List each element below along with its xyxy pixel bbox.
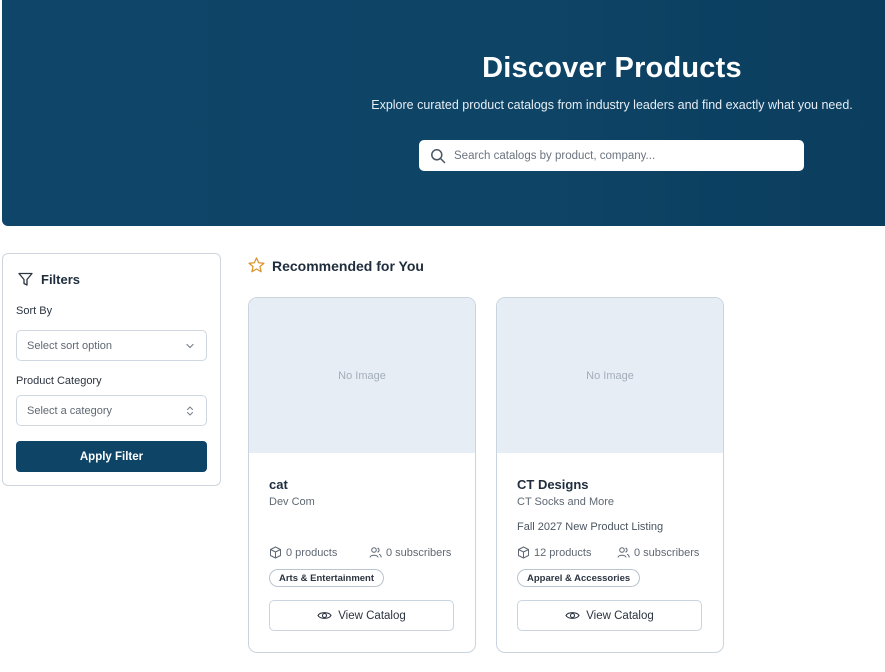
category-select-value: Select a category	[27, 404, 112, 417]
product-count-text: 12 products	[534, 546, 592, 559]
box-icon	[518, 546, 529, 559]
view-catalog-label: View Catalog	[338, 609, 406, 622]
subscriber-count: 0 subscribers	[617, 546, 699, 559]
view-catalog-button[interactable]: View Catalog	[269, 600, 454, 631]
view-catalog-label: View Catalog	[586, 609, 654, 622]
catalog-company: Dev Com	[269, 496, 315, 508]
sort-select-value: Select sort option	[27, 339, 112, 352]
catalog-title: CT Designs	[517, 477, 589, 492]
users-icon	[369, 547, 382, 558]
filters-header: Filters	[17, 271, 80, 288]
page-title: Discover Products	[482, 52, 742, 84]
chevron-down-icon	[186, 343, 194, 348]
catalog-card[interactable]: No Image cat Dev Com 0 products 0 subscr…	[248, 297, 476, 653]
sort-by-label: Sort By	[16, 305, 53, 317]
hero-subtitle: Explore curated product catalogs from in…	[371, 98, 853, 112]
category-badge: Apparel & Accessories	[517, 569, 641, 587]
filters-panel: Filters Sort By Select sort option Produ…	[2, 253, 221, 486]
catalog-title: cat	[269, 477, 288, 492]
box-icon	[270, 546, 281, 559]
product-count-text: 0 products	[286, 546, 338, 559]
filter-funnel-icon	[18, 272, 33, 286]
star-icon	[248, 257, 265, 273]
users-icon	[617, 547, 630, 558]
no-image-text: No Image	[338, 369, 386, 382]
filters-title: Filters	[41, 272, 81, 287]
search-input[interactable]	[454, 140, 804, 171]
view-catalog-button[interactable]: View Catalog	[517, 600, 702, 631]
chevron-up-down-icon	[186, 405, 194, 416]
subscriber-count: 0 subscribers	[369, 546, 451, 559]
eye-icon	[317, 612, 332, 619]
subscriber-count-text: 0 subscribers	[634, 546, 700, 559]
search-bar[interactable]	[419, 140, 804, 171]
hero-banner: Discover Products Explore curated produc…	[2, 0, 885, 226]
subscriber-count-text: 0 subscribers	[386, 546, 452, 559]
category-select[interactable]: Select a category	[16, 395, 207, 426]
catalog-image-placeholder: No Image	[497, 298, 723, 453]
sort-select[interactable]: Select sort option	[16, 330, 207, 361]
product-category-label: Product Category	[16, 375, 102, 387]
recommended-title: Recommended for You	[272, 257, 424, 274]
product-count: 12 products	[517, 546, 591, 559]
eye-icon	[565, 612, 580, 619]
no-image-text: No Image	[586, 369, 634, 382]
product-count: 0 products	[269, 546, 337, 559]
catalog-card[interactable]: No Image CT Designs CT Socks and More Fa…	[496, 297, 724, 653]
category-badge: Arts & Entertainment	[269, 569, 385, 587]
search-icon	[431, 148, 446, 163]
apply-filter-button[interactable]: Apply Filter	[16, 441, 207, 472]
catalog-image-placeholder: No Image	[249, 298, 475, 453]
catalog-company: CT Socks and More	[517, 496, 615, 508]
recommended-header: Recommended for You	[247, 256, 424, 275]
catalog-description: Fall 2027 New Product Listing	[517, 521, 664, 533]
